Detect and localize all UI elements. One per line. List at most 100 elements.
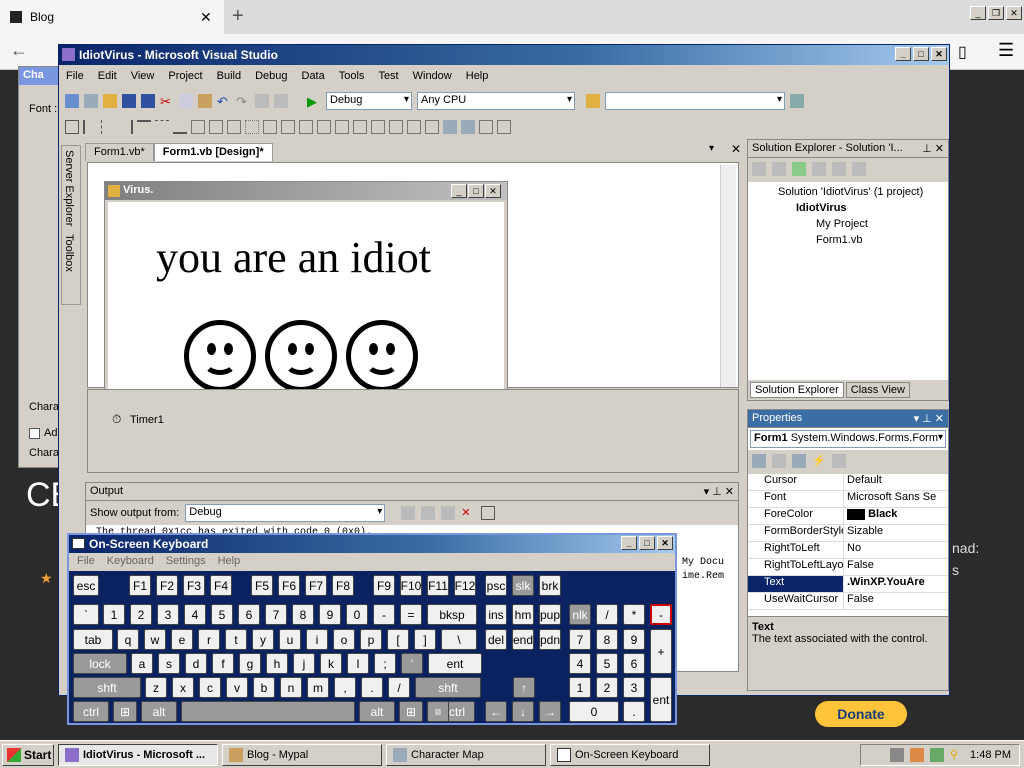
align-grid-icon[interactable] xyxy=(65,120,79,134)
menu-icon[interactable]: ☰ xyxy=(998,40,1014,61)
key-r3-1[interactable]: a xyxy=(131,653,153,674)
key-r4-4[interactable]: v xyxy=(226,677,248,698)
key-r3-0[interactable]: lock xyxy=(73,653,127,674)
smiley-icon[interactable] xyxy=(265,320,337,392)
key-r4-15[interactable]: ent xyxy=(650,677,672,722)
key-r5-4[interactable]: 0 xyxy=(569,701,619,722)
vs-minimize-button[interactable]: _ xyxy=(895,47,911,61)
key-r0-6[interactable]: F6 xyxy=(278,575,300,596)
task-character-map[interactable]: Character Map xyxy=(386,744,546,766)
key-r1-18[interactable]: / xyxy=(596,604,618,625)
key-r2-8[interactable]: i xyxy=(306,629,328,650)
key-r2-15[interactable]: end xyxy=(512,629,534,650)
properties-view-icon[interactable] xyxy=(792,454,806,468)
smiley-icon[interactable] xyxy=(346,320,418,392)
vs-close-button[interactable]: ✕ xyxy=(931,47,947,61)
key-r0-5[interactable]: F5 xyxy=(251,575,273,596)
design-scrollbar[interactable] xyxy=(720,165,736,387)
find-combo[interactable] xyxy=(605,92,785,110)
align-middle-icon[interactable] xyxy=(155,120,169,134)
h-spacing-equal-icon[interactable] xyxy=(263,120,277,134)
key-space[interactable] xyxy=(181,701,355,722)
key-r2-17[interactable]: 7 xyxy=(569,629,591,650)
menu-window[interactable]: Window xyxy=(406,70,459,82)
alphabetical-icon[interactable] xyxy=(772,454,786,468)
key-r1-20[interactable]: - xyxy=(650,604,672,625)
lock-controls-icon[interactable] xyxy=(497,120,511,134)
tab-class-view[interactable]: Class View xyxy=(845,382,910,398)
v-spacing-equal-icon[interactable] xyxy=(335,120,349,134)
browser-close-button[interactable]: ✕ xyxy=(1006,6,1022,20)
key-r2-6[interactable]: y xyxy=(252,629,274,650)
send-to-back-icon[interactable] xyxy=(461,120,475,134)
key-r2-20[interactable]: + xyxy=(650,629,672,674)
menu-build[interactable]: Build xyxy=(210,70,248,82)
key-right-arrow-icon[interactable]: → xyxy=(539,701,561,722)
menu-edit[interactable]: Edit xyxy=(91,70,124,82)
close-tab-icon[interactable]: ✕ xyxy=(200,9,212,26)
undo-icon[interactable]: ↶ xyxy=(217,94,231,109)
key-r1-11[interactable]: - xyxy=(373,604,395,625)
events-icon[interactable]: ⚡ xyxy=(812,454,826,468)
paste-icon[interactable] xyxy=(198,94,212,108)
save-icon[interactable] xyxy=(122,94,136,108)
browser-restore-button[interactable]: ❐ xyxy=(988,6,1004,20)
word-wrap-icon[interactable] xyxy=(481,506,496,520)
key-r1-8[interactable]: 8 xyxy=(292,604,314,625)
prev-message-icon[interactable] xyxy=(421,506,436,520)
key-r3-14[interactable]: 5 xyxy=(596,653,618,674)
key-r2-7[interactable]: u xyxy=(279,629,301,650)
key-r1-16[interactable]: pup xyxy=(539,604,561,625)
key-r0-0[interactable]: esc xyxy=(73,575,99,596)
key-r0-2[interactable]: F2 xyxy=(156,575,178,596)
key-r1-12[interactable]: = xyxy=(400,604,422,625)
key-r3-9[interactable]: l xyxy=(347,653,369,674)
key-r1-5[interactable]: 5 xyxy=(211,604,233,625)
cut-icon[interactable]: ✂ xyxy=(160,94,174,109)
key-r1-13[interactable]: bksp xyxy=(427,604,477,625)
key-r4-2[interactable]: x xyxy=(172,677,194,698)
tree-item-my-project[interactable]: My Project xyxy=(752,218,944,234)
key-r1-0[interactable]: ` xyxy=(73,604,99,625)
same-size-icon[interactable] xyxy=(227,120,241,134)
key-r1-19[interactable]: * xyxy=(623,604,645,625)
key-win-right-icon[interactable]: ⊞ xyxy=(399,701,423,722)
key-r2-12[interactable]: ] xyxy=(414,629,436,650)
object-selector[interactable]: Form1 System.Windows.Forms.Form xyxy=(750,430,946,448)
key-r1-1[interactable]: 1 xyxy=(103,604,125,625)
key-r0-12[interactable]: F12 xyxy=(454,575,476,596)
key-r2-5[interactable]: t xyxy=(225,629,247,650)
menu-help[interactable]: Help xyxy=(459,70,496,82)
refresh-icon[interactable] xyxy=(792,162,806,176)
browser-minimize-button[interactable]: _ xyxy=(970,6,986,20)
key-r0-7[interactable]: F7 xyxy=(305,575,327,596)
key-r3-10[interactable]: ; xyxy=(374,653,396,674)
toolbox-tab[interactable]: Toolbox xyxy=(62,230,76,276)
key-r1-6[interactable]: 6 xyxy=(238,604,260,625)
donate-button[interactable]: Donate xyxy=(815,701,907,727)
menu-project[interactable]: Project xyxy=(161,70,209,82)
tab-form1-design[interactable]: Form1.vb [Design]* xyxy=(153,143,273,161)
network-tray-icon[interactable] xyxy=(910,748,925,762)
key-r0-3[interactable]: F3 xyxy=(183,575,205,596)
key-r3-6[interactable]: h xyxy=(266,653,288,674)
find-message-icon[interactable] xyxy=(401,506,416,520)
advanced-view-checkbox[interactable] xyxy=(29,427,40,439)
menu-test[interactable]: Test xyxy=(371,70,405,82)
show-output-combo[interactable]: Debug xyxy=(185,504,386,522)
key-r0-9[interactable]: F9 xyxy=(373,575,395,596)
tab-form1-code[interactable]: Form1.vb* xyxy=(85,143,154,161)
key-r4-8[interactable]: , xyxy=(334,677,356,698)
next-message-icon[interactable] xyxy=(441,506,456,520)
tab-solution-explorer[interactable]: Solution Explorer xyxy=(750,382,844,398)
sidebar-icon[interactable]: ▯ xyxy=(958,42,967,62)
key-r2-1[interactable]: q xyxy=(117,629,139,650)
v-spacing-decrease-icon[interactable] xyxy=(371,120,385,134)
key-left-arrow-icon[interactable]: ← xyxy=(485,701,507,722)
key-r2-10[interactable]: p xyxy=(360,629,382,650)
bring-to-front-icon[interactable] xyxy=(443,120,457,134)
key-r0-15[interactable]: brk xyxy=(539,575,561,596)
property-pages-icon[interactable] xyxy=(832,454,846,468)
key-r1-7[interactable]: 7 xyxy=(265,604,287,625)
key-r0-13[interactable]: psc xyxy=(485,575,507,596)
